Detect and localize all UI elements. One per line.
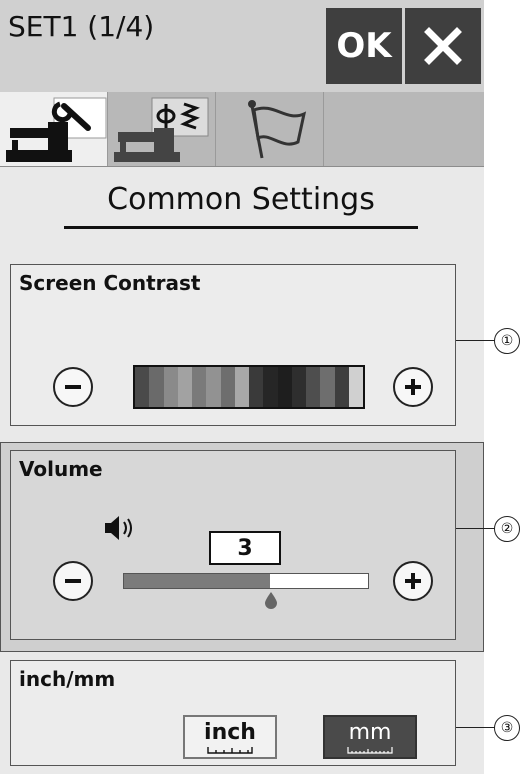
callout-line-2 (456, 528, 496, 529)
contrast-decrease-button[interactable] (53, 367, 93, 407)
contrast-swatch (163, 367, 178, 407)
callout-line-3 (456, 727, 496, 728)
callout-line-1 (456, 340, 496, 341)
contrast-swatch (249, 367, 264, 407)
contrast-swatch (306, 367, 321, 407)
contrast-swatch (177, 367, 192, 407)
contrast-swatch (291, 367, 306, 407)
presser-foot-machine-icon (114, 97, 209, 162)
page-title: SET1 (1/4) (8, 10, 155, 43)
settings-screen: SET1 (1/4) OK Common Settings Screen Con… (0, 0, 484, 774)
contrast-swatch (206, 367, 221, 407)
units-panel: inch/mm inch mm (10, 660, 456, 766)
volume-slider-track[interactable] (123, 573, 369, 589)
section-heading: Common Settings (107, 182, 375, 217)
title-bar: SET1 (1/4) OK (0, 0, 484, 93)
contrast-gradient-bar (133, 365, 365, 409)
contrast-label: Screen Contrast (19, 271, 201, 295)
inch-button[interactable]: inch (183, 715, 277, 759)
contrast-swatch (277, 367, 292, 407)
contrast-swatch (192, 367, 207, 407)
volume-label: Volume (19, 457, 103, 481)
tab-strip (0, 92, 484, 167)
plus-icon (405, 573, 421, 589)
wrench-machine-icon (6, 97, 107, 162)
minus-icon (65, 385, 81, 389)
heading-underline (64, 226, 418, 229)
callout-3: ③ (494, 715, 520, 741)
speaker-icon (105, 516, 132, 540)
tab-common-settings[interactable] (0, 92, 108, 166)
plus-icon (405, 379, 421, 395)
contrast-swatch (149, 367, 164, 407)
contrast-swatch (334, 367, 349, 407)
contrast-swatch (348, 367, 363, 407)
contrast-swatch (320, 367, 335, 407)
close-icon (424, 27, 462, 65)
mm-button[interactable]: mm (323, 715, 417, 759)
callout-1: ① (494, 328, 520, 354)
tab-language-settings[interactable] (216, 92, 324, 166)
contrast-swatch (234, 367, 249, 407)
volume-decrease-button[interactable] (53, 561, 93, 601)
inch-label: inch (204, 720, 256, 745)
ok-button[interactable]: OK (326, 8, 402, 84)
volume-increase-button[interactable] (393, 561, 433, 601)
volume-panel: Volume 3 (10, 450, 456, 640)
contrast-panel: Screen Contrast (10, 264, 456, 426)
flag-icon (248, 100, 307, 159)
tab-empty (324, 92, 484, 166)
ruler-icon (347, 747, 393, 754)
contrast-increase-button[interactable] (393, 367, 433, 407)
tab-sewing-settings[interactable] (108, 92, 216, 166)
volume-value: 3 (209, 531, 281, 565)
ruler-icon (207, 747, 253, 754)
minus-icon (65, 579, 81, 583)
contrast-swatch (220, 367, 235, 407)
close-button[interactable] (405, 8, 481, 84)
callout-2: ② (494, 516, 520, 542)
volume-slider-fill (124, 574, 271, 588)
mm-label: mm (348, 720, 392, 745)
volume-slider-marker[interactable] (263, 591, 279, 609)
contrast-swatch (135, 367, 150, 407)
units-label: inch/mm (19, 667, 116, 691)
contrast-swatch (263, 367, 278, 407)
